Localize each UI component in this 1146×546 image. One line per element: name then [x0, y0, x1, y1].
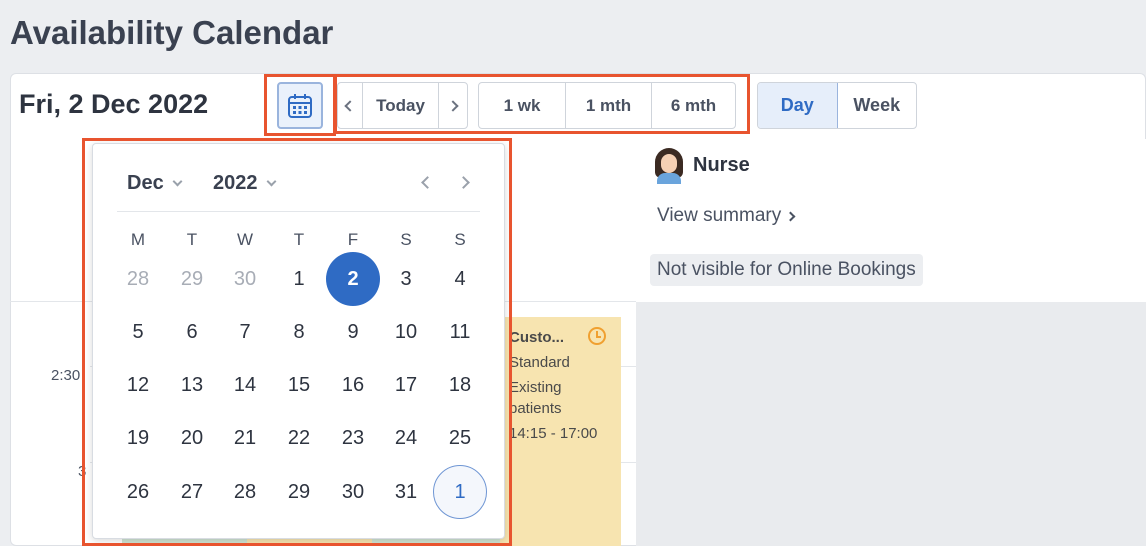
calendar-day[interactable]: 27 — [165, 465, 219, 519]
day-view-button[interactable]: Day — [758, 83, 838, 128]
calendar-day[interactable]: 23 — [326, 411, 380, 465]
view-summary-label: View summary — [657, 205, 782, 226]
appointment-strip — [122, 538, 247, 546]
chevron-right-icon — [785, 211, 796, 221]
calendar-day[interactable]: 26 — [111, 465, 165, 519]
appointment-type: Standard — [509, 354, 570, 371]
calendar-day[interactable]: 24 — [379, 411, 433, 465]
appointment-patients: Existing — [509, 379, 562, 396]
calendar-day[interactable]: 28 — [111, 252, 165, 306]
calendar-day[interactable]: 1 — [433, 465, 487, 519]
weekday-label: W — [236, 230, 254, 249]
jump-1-month-label: 1 mth — [585, 95, 632, 115]
jump-forward-group: 1 wk 1 mth 6 mth — [478, 82, 736, 129]
calendar-day[interactable]: 16 — [326, 358, 380, 412]
today-button[interactable]: Today — [363, 83, 439, 128]
visibility-badge: Not visible for Online Bookings — [650, 254, 923, 286]
calendar-day[interactable]: 14 — [218, 358, 272, 412]
calendar-day[interactable]: 2 — [326, 252, 380, 306]
chevron-right-icon — [447, 99, 459, 112]
calendar-day[interactable]: 9 — [326, 305, 380, 359]
calendar-day[interactable]: 21 — [218, 411, 272, 465]
view-summary-link[interactable]: View summary — [657, 205, 796, 227]
weekday-label: T — [293, 230, 305, 249]
calendar-day[interactable]: 19 — [111, 411, 165, 465]
calendar-day[interactable]: 28 — [218, 465, 272, 519]
next-day-button[interactable] — [439, 83, 467, 128]
current-date: Fri, 2 Dec 2022 — [19, 89, 209, 119]
weekday-label: S — [400, 230, 412, 249]
time-label-1500: 3 — [78, 463, 87, 480]
view-toggle: Day Week — [757, 82, 917, 129]
calendar-day[interactable]: 30 — [326, 465, 380, 519]
weekday-label: M — [130, 230, 146, 249]
calendar-day[interactable]: 11 — [433, 305, 487, 359]
calendar-day[interactable]: 20 — [165, 411, 219, 465]
calendar-picker-button[interactable] — [277, 82, 323, 129]
calendar-day[interactable]: 1 — [272, 252, 326, 306]
calendar-day[interactable]: 3 — [379, 252, 433, 306]
calendar-day[interactable]: 18 — [433, 358, 487, 412]
time-label-1430: 2:30 — [51, 367, 81, 384]
chevron-left-icon — [344, 99, 356, 112]
chevron-down-icon — [172, 176, 183, 186]
appointment-title: Custo... — [509, 329, 564, 346]
appointment-strip — [247, 538, 372, 546]
jump-1-week-label: 1 wk — [503, 95, 541, 115]
calendar-day[interactable]: 7 — [218, 305, 272, 359]
year-select[interactable]: 2022 — [213, 172, 276, 195]
calendar-day[interactable]: 30 — [218, 252, 272, 306]
calendar-day[interactable]: 17 — [379, 358, 433, 412]
weekday-label: T — [186, 230, 198, 249]
jump-6-month-button[interactable]: 6 mth — [652, 83, 735, 128]
appointment-strip — [372, 538, 500, 546]
jump-6-month-label: 6 mth — [670, 95, 717, 115]
appointment-patients-2: patients — [509, 400, 562, 417]
calendar-day[interactable]: 29 — [272, 465, 326, 519]
previous-day-button[interactable] — [338, 83, 363, 128]
month-select[interactable]: Dec — [127, 172, 183, 195]
chevron-down-icon — [266, 176, 276, 186]
month-label: Dec — [127, 172, 164, 194]
unavailable-area — [636, 302, 1146, 546]
picker-divider — [117, 211, 480, 212]
week-view-button[interactable]: Week — [838, 83, 917, 128]
calendar-day[interactable]: 8 — [272, 305, 326, 359]
appointment-time: 14:15 - 17:00 — [509, 425, 598, 442]
date-navigation: Today — [337, 82, 468, 129]
appointment-block[interactable]: Custo... Standard Existing patients 14:1… — [500, 317, 621, 546]
calendar-day[interactable]: 5 — [111, 305, 165, 359]
calendar-day[interactable]: 4 — [433, 252, 487, 306]
calendar-day[interactable]: 29 — [165, 252, 219, 306]
practitioner-name: Nurse — [693, 154, 750, 176]
year-label: 2022 — [213, 172, 258, 194]
calendar-day[interactable]: 22 — [272, 411, 326, 465]
jump-1-month-button[interactable]: 1 mth — [566, 83, 652, 128]
calendar-day[interactable]: 10 — [379, 305, 433, 359]
calendar-day[interactable]: 6 — [165, 305, 219, 359]
nurse-avatar-icon — [654, 148, 684, 184]
weekday-label: F — [347, 230, 359, 249]
weekday-label: S — [454, 230, 466, 249]
calendar-day[interactable]: 15 — [272, 358, 326, 412]
jump-1-week-button[interactable]: 1 wk — [479, 83, 566, 128]
clock-icon — [588, 327, 606, 345]
calendar-day[interactable]: 13 — [165, 358, 219, 412]
calendar-day[interactable]: 31 — [379, 465, 433, 519]
calendar-icon — [288, 93, 312, 118]
page-title: Availability Calendar — [10, 14, 334, 51]
calendar-day[interactable]: 12 — [111, 358, 165, 412]
calendar-day[interactable]: 25 — [433, 411, 487, 465]
